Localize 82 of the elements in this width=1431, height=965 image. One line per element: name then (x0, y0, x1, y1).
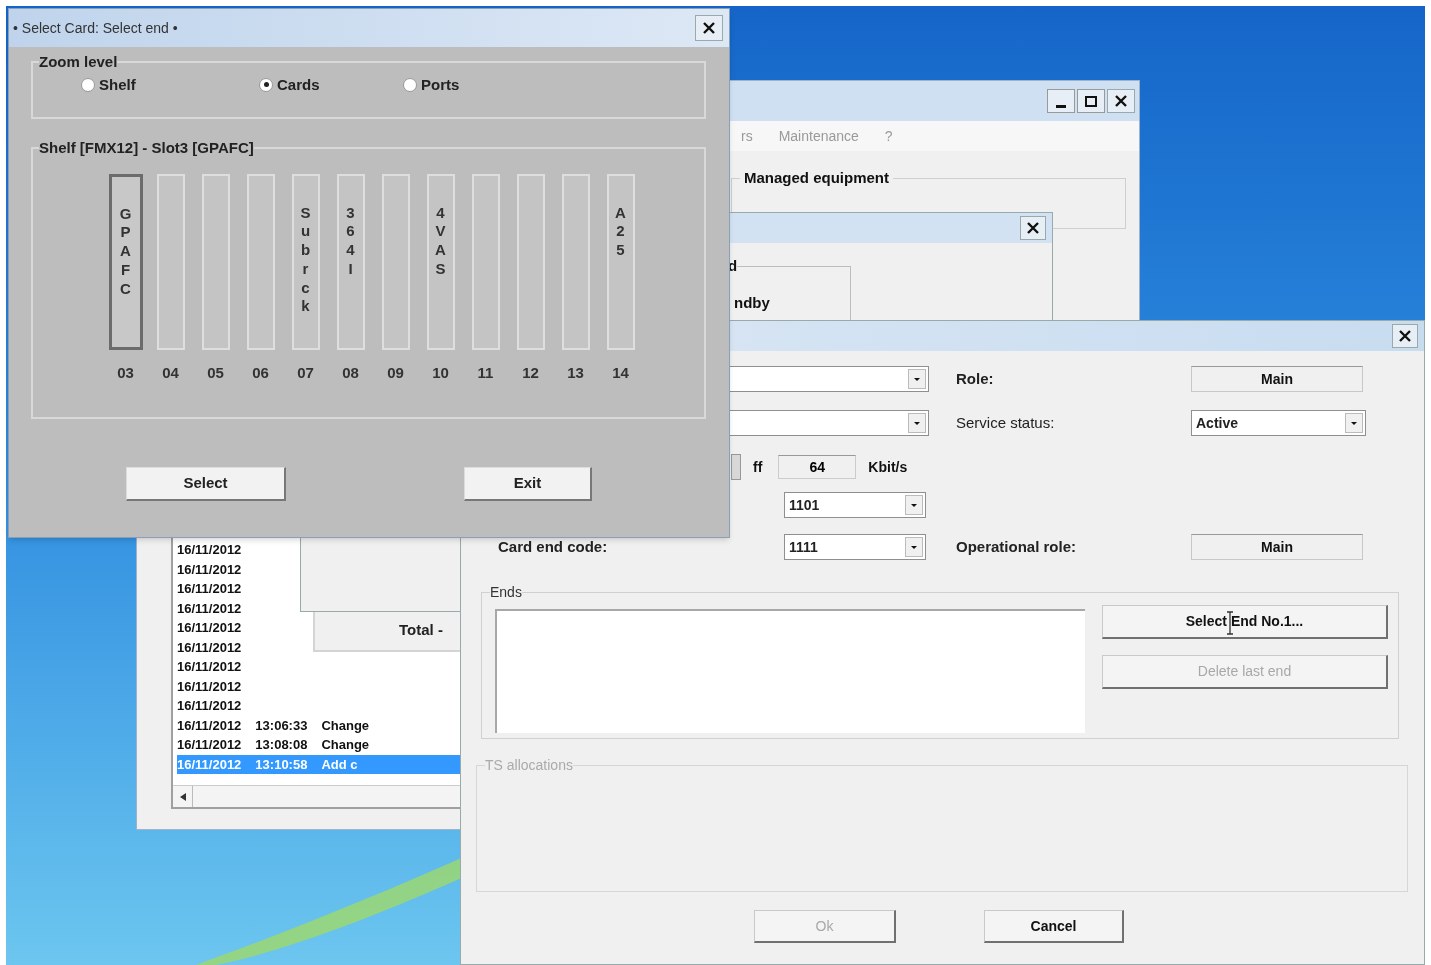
operational-role-value: Main (1191, 534, 1363, 560)
group-title: Managed equipment (743, 168, 890, 188)
rate-value: 64 (778, 455, 857, 479)
group-title: Ends (490, 583, 522, 602)
card-slot[interactable]: 3 64 I (336, 173, 365, 350)
card-label: Subrck (299, 203, 312, 317)
log-date: 16/11/2012 (177, 716, 242, 735)
slot-number: 12 (522, 362, 539, 383)
log-date: 16/11/2012 (177, 697, 242, 715)
dialog-button[interactable]: Cancel (984, 910, 1124, 943)
close-button[interactable] (1392, 324, 1418, 348)
log-date: 16/11/2012 (177, 736, 242, 754)
exit-button[interactable]: Exit (464, 467, 592, 501)
radio-option[interactable]: Cards (259, 73, 403, 96)
dropdown-field[interactable]: Active (1191, 410, 1366, 436)
log-time: 13:06:33 (255, 716, 308, 735)
log-action: Add c (321, 755, 358, 774)
dialog-button[interactable]: Select End No.1... (1102, 605, 1388, 639)
log-date: 16/11/2012 (177, 658, 242, 676)
field-label: ndby (734, 292, 771, 313)
slot-number: 04 (162, 362, 179, 383)
log-action: Change (321, 716, 370, 735)
slot-number: 13 (567, 362, 584, 383)
slot-number: 11 (477, 362, 494, 383)
card-label: 4VAS (434, 203, 447, 279)
slot-number: 03 (117, 362, 134, 383)
close-button[interactable] (1107, 89, 1135, 113)
group-title: Zoom level (39, 52, 118, 72)
slot-number: 10 (432, 362, 449, 383)
log-date: 16/11/2012 (177, 755, 242, 774)
log-date: 16/11/2012 (177, 677, 242, 696)
card-label: GPAFC (119, 204, 132, 299)
maximize-icon (1085, 95, 1097, 107)
card-slot[interactable]: GPAFC (108, 173, 143, 350)
slot-number: 07 (297, 362, 314, 383)
radio-option[interactable]: Shelf (81, 73, 259, 96)
field-label: Role: (956, 368, 995, 389)
slot-number: 14 (612, 362, 629, 383)
close-icon (1399, 330, 1411, 342)
maximize-button[interactable] (1077, 89, 1105, 113)
close-button[interactable] (695, 15, 723, 41)
minimize-icon (1056, 105, 1066, 108)
dropdown-value: 1101 (789, 495, 821, 515)
unit-label: Kbit/s (868, 457, 908, 477)
log-date: 16/11/2012 (177, 638, 242, 657)
card-label: 3 64 I (345, 203, 356, 279)
close-icon (1115, 95, 1127, 107)
close-button[interactable] (1020, 216, 1046, 240)
log-time: 13:08:08 (255, 736, 308, 754)
total-label: Total - (399, 620, 444, 640)
input-field[interactable] (731, 454, 741, 480)
group-title: Shelf [FMX12] - Slot3 [GPAFC] (39, 138, 254, 158)
minimize-button[interactable] (1047, 89, 1075, 113)
card-slot[interactable]: Subrck (291, 173, 320, 350)
dropdown-value: 1111 (789, 537, 819, 557)
card-slot[interactable]: A25 (606, 173, 635, 350)
arrow-left-icon (179, 792, 186, 801)
close-icon (1027, 222, 1039, 234)
slot-number: 09 (387, 362, 404, 383)
role-value: Main (1191, 366, 1363, 392)
group-title: TS allocations (485, 756, 573, 775)
field-label: ff (753, 457, 763, 477)
dropdown-value: Active (1196, 413, 1240, 433)
field-label: Service status: (956, 412, 1056, 433)
window-title: • Select Card: Select end • (13, 18, 178, 38)
slot-number: 08 (342, 362, 359, 383)
log-time: 13:10:58 (255, 755, 308, 774)
text-cursor-icon (1226, 611, 1234, 635)
log-date: 16/11/2012 (177, 599, 242, 618)
close-icon (703, 22, 715, 34)
slot-number: 05 (207, 362, 224, 383)
select-button[interactable]: Select (126, 467, 286, 501)
field-label: Card end code: (498, 536, 609, 557)
log-action: Change (321, 736, 370, 754)
slot-number: 06 (252, 362, 269, 383)
log-date: 16/11/2012 (177, 560, 242, 579)
field-label: Operational role: (956, 536, 1078, 557)
dropdown-field[interactable]: 1111 (784, 534, 926, 560)
dropdown-field[interactable]: 1101 (784, 492, 926, 518)
card-slot[interactable]: 4VAS (426, 173, 455, 350)
radio-option[interactable]: Ports (403, 73, 547, 96)
card-label: A25 (614, 203, 627, 260)
